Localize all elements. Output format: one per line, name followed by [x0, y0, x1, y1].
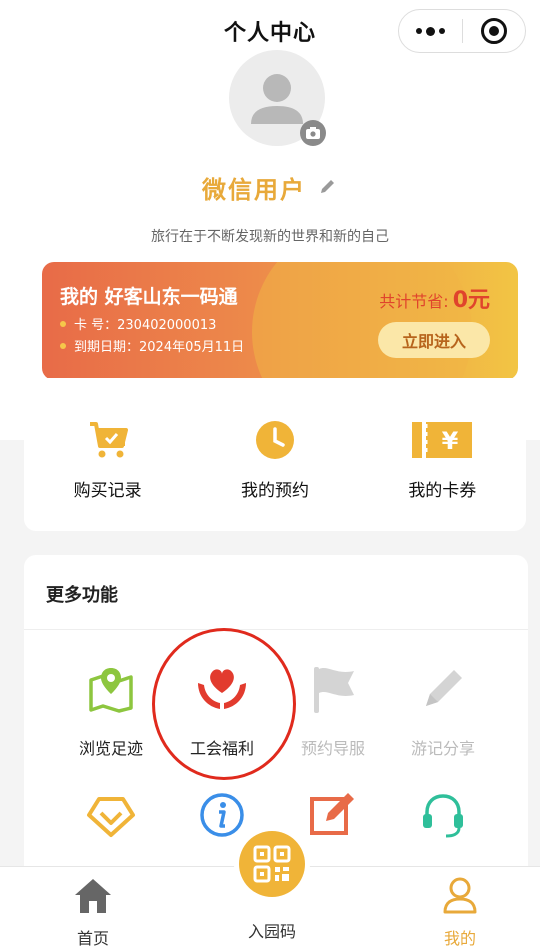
my-reservations-button[interactable]: 我的预约 [215, 416, 335, 531]
browse-footprints-button[interactable]: 浏览足迹 [56, 661, 166, 759]
enter-now-button[interactable]: 立即进入 [378, 322, 490, 358]
function-item-5[interactable] [56, 787, 166, 843]
more-menu-button[interactable] [399, 10, 462, 52]
home-icon [71, 875, 115, 915]
card-expiry-row: 到期日期：2024年05月11日 [60, 336, 244, 355]
travelogue-share-button[interactable]: 游记分享 [388, 661, 498, 759]
card-expiry: 到期日期：2024年05月11日 [74, 340, 245, 355]
guide-reservation-button[interactable]: 预约导服 [278, 661, 388, 759]
coupon-ticket-icon: ¥ [410, 416, 474, 464]
function-item-8[interactable] [388, 787, 498, 843]
guide-reservation-label: 预约导服 [300, 739, 365, 758]
user-slogan: 旅行在于不断发现新的世界和新的自己 [151, 229, 389, 245]
more-functions-title: 更多功能 [46, 585, 118, 606]
heart-badge-icon [85, 787, 137, 843]
qr-code-icon [239, 831, 305, 897]
more-dots-icon [415, 26, 445, 36]
tab-home-label: 首页 [76, 929, 109, 946]
close-program-button[interactable] [463, 10, 526, 52]
headset-icon [419, 787, 467, 843]
purchase-records-button[interactable]: 购买记录 [48, 416, 168, 531]
card-number: 卡 号：230402000013 [74, 318, 217, 333]
my-coupons-label: 我的卡券 [408, 481, 477, 501]
flag-icon [308, 661, 358, 717]
quick-actions-panel: 购买记录 我的预约 ¥ 我的卡券 [24, 378, 526, 531]
union-benefits-label: 工会福利 [189, 739, 254, 758]
travelogue-share-label: 游记分享 [410, 739, 475, 758]
tab-scan-label: 入园码 [247, 922, 296, 941]
tab-scan[interactable] [234, 826, 310, 902]
map-pin-icon [86, 661, 136, 717]
svg-text:¥: ¥ [442, 427, 459, 455]
pencil-icon [418, 661, 468, 717]
edit-name-icon[interactable] [318, 176, 338, 200]
page-title: 个人中心 [223, 21, 316, 46]
info-icon [198, 787, 246, 843]
card-number-row: 卡 号：230402000013 [60, 314, 216, 333]
tab-mine-label: 我的 [443, 929, 476, 946]
savings-amount: 0元 [452, 288, 490, 313]
card-title: 我的 好客山东一码通 [60, 286, 238, 308]
username: 微信用户 [202, 176, 306, 204]
purchase-records-label: 购买记录 [73, 481, 142, 501]
my-coupons-button[interactable]: ¥ 我的卡券 [382, 416, 502, 531]
tab-home[interactable]: 首页 [33, 867, 153, 946]
user-icon [440, 875, 480, 915]
edit-note-icon [308, 787, 358, 843]
heart-hands-icon [194, 661, 250, 717]
camera-icon[interactable] [300, 120, 326, 146]
my-reservations-label: 我的预约 [240, 481, 309, 501]
mini-program-capsule [398, 9, 526, 53]
union-benefits-button[interactable]: 工会福利 [167, 661, 277, 759]
target-circle-icon [480, 18, 507, 44]
membership-card[interactable]: 我的 好客山东一码通 卡 号：230402000013 到期日期：2024年05… [42, 262, 518, 380]
shopping-cart-icon [86, 416, 130, 464]
browse-footprints-label: 浏览足迹 [78, 739, 143, 758]
clock-icon [253, 416, 297, 464]
savings-label: 共计节省: [379, 292, 449, 311]
tab-mine[interactable]: 我的 [400, 867, 520, 946]
savings-summary: 共计节省: 0元 [379, 282, 490, 314]
